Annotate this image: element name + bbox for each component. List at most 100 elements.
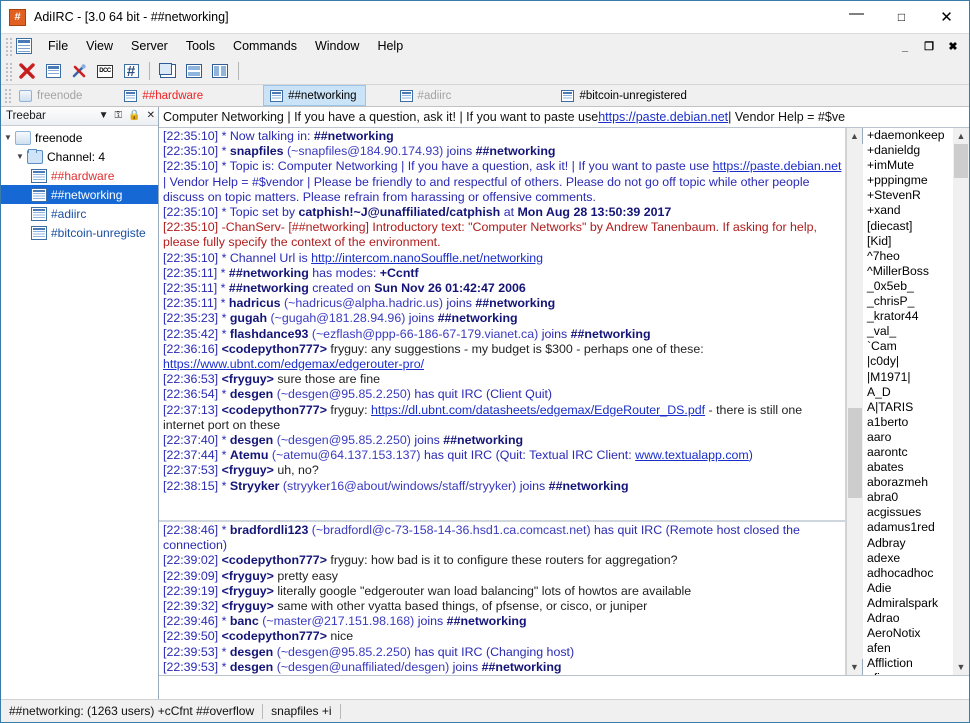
tab-networking[interactable]: ##networking [263, 85, 366, 106]
topic-link[interactable]: https://paste.debian.net [598, 110, 728, 124]
close-button[interactable]: ✕ [924, 1, 969, 33]
list-item[interactable]: +StevenR [867, 188, 953, 203]
mdi-restore-button[interactable]: ❐ [917, 36, 941, 58]
tab-bitcoin-unregistered[interactable]: #bitcoin-unregistered [555, 85, 694, 106]
menu-tools[interactable]: Tools [177, 36, 224, 56]
chat-top-scrollbar[interactable]: ▲ [846, 128, 863, 520]
channel-icon[interactable]: # [121, 61, 141, 81]
list-item[interactable]: +xand [867, 203, 953, 218]
list-item[interactable]: _val_ [867, 324, 953, 339]
tree-node-adiirc[interactable]: #adiirc [1, 204, 158, 223]
list-item[interactable]: Adrao [867, 611, 953, 626]
list-item[interactable]: adhocadhoc [867, 566, 953, 581]
chevron-down-icon[interactable]: ▼ [13, 152, 27, 161]
tree-node-hardware[interactable]: ##hardware [1, 166, 158, 185]
mdi-minimize-button[interactable]: _ [893, 36, 917, 58]
mdi-close-button[interactable]: ✖ [941, 36, 965, 58]
scroll-thumb[interactable] [954, 144, 968, 178]
scroll-up-icon[interactable]: ▲ [953, 128, 969, 144]
cascade-windows-icon[interactable] [158, 61, 178, 81]
lock-icon[interactable]: 🔒 [128, 111, 140, 121]
tree-node-channel-folder[interactable]: ▼ Channel: 4 [1, 147, 158, 166]
scroll-thumb[interactable] [847, 408, 862, 498]
list-item[interactable]: ^MillerBoss [867, 264, 953, 279]
tab-freenode[interactable]: freenode [13, 85, 90, 106]
scroll-track[interactable] [846, 144, 863, 520]
chevron-down-icon[interactable]: ▼ [99, 111, 109, 121]
options-tools-icon[interactable] [69, 61, 89, 81]
list-item[interactable]: AeroNotix [867, 626, 953, 641]
chat-pane-bottom[interactable]: [22:38:46] * bradfordli123 (~bradfordl@c… [159, 520, 846, 675]
nicklist-scrollbar[interactable]: ▲ ▼ [953, 128, 969, 675]
chevron-down-icon[interactable]: ▼ [1, 133, 15, 142]
list-item[interactable]: |M1971| [867, 370, 953, 385]
list-item[interactable]: [diecast] [867, 219, 953, 234]
chat-line: [22:35:10] * Channel Url is http://inter… [163, 250, 543, 265]
tab-label: #bitcoin-unregistered [579, 89, 687, 102]
dcc-icon[interactable]: DCC [95, 61, 115, 81]
list-item[interactable]: _krator44 [867, 309, 953, 324]
disconnect-icon[interactable] [17, 61, 37, 81]
list-item[interactable]: afen [867, 641, 953, 656]
list-item[interactable]: a1berto [867, 415, 953, 430]
topic-bar[interactable]: Computer Networking | If you have a ques… [159, 107, 969, 128]
scroll-track[interactable] [953, 144, 969, 659]
tab-adiirc[interactable]: #adiirc [394, 85, 460, 106]
chat-pane-top[interactable]: [22:35:10] * Now talking in: ##networkin… [159, 128, 846, 520]
scroll-track[interactable] [846, 520, 863, 659]
tile-vertical-icon[interactable] [210, 61, 230, 81]
list-item[interactable]: [Kid] [867, 234, 953, 249]
scroll-down-icon[interactable]: ▼ [847, 659, 863, 675]
list-item[interactable]: aaro [867, 430, 953, 445]
scroll-down-icon[interactable]: ▼ [953, 659, 969, 675]
tree-node-bitcoin-unregistered[interactable]: #bitcoin-unregiste [1, 223, 158, 242]
server-icon [15, 130, 31, 145]
list-item[interactable]: ^7heo [867, 249, 953, 264]
list-item[interactable]: Adie [867, 581, 953, 596]
list-item[interactable]: abates [867, 460, 953, 475]
scroll-up-icon[interactable]: ▲ [847, 128, 863, 144]
menu-server[interactable]: Server [122, 36, 177, 56]
list-item[interactable]: _chrisP_ [867, 294, 953, 309]
list-item[interactable]: Adbray [867, 536, 953, 551]
tree-node-label: #bitcoin-unregiste [51, 225, 146, 240]
message-input-row[interactable] [159, 675, 969, 699]
list-item[interactable]: abra0 [867, 490, 953, 505]
list-item[interactable]: +daemonkeep [867, 128, 953, 143]
close-icon[interactable]: ✕ [147, 111, 155, 121]
mdi-controls: _ ❐ ✖ [893, 34, 965, 59]
tree-node-freenode[interactable]: ▼ freenode [1, 128, 158, 147]
list-item[interactable]: adamus1red [867, 520, 953, 535]
list-item[interactable]: Affliction [867, 656, 953, 671]
tile-horizontal-icon[interactable] [184, 61, 204, 81]
list-item[interactable]: +pppingme [867, 173, 953, 188]
menu-help[interactable]: Help [368, 36, 412, 56]
tab-hardware[interactable]: ##hardware [118, 85, 211, 106]
pin-icon[interactable]: ⚿ [115, 111, 123, 121]
minimize-button[interactable]: — [834, 1, 879, 33]
menu-commands[interactable]: Commands [224, 36, 306, 56]
list-item[interactable]: |c0dy| [867, 354, 953, 369]
menu-file[interactable]: File [39, 36, 77, 56]
menu-window[interactable]: Window [306, 36, 368, 56]
chat-bottom-scrollbar[interactable]: ▼ [846, 520, 863, 675]
list-item[interactable]: adexe [867, 551, 953, 566]
tree-node-networking[interactable]: ##networking [1, 185, 158, 204]
list-item[interactable]: aarontc [867, 445, 953, 460]
chat-line: [22:39:53] * desgen (~desgen@unaffiliate… [163, 659, 562, 674]
list-item[interactable]: +imMute [867, 158, 953, 173]
nick-list[interactable]: +daemonkeep +danieldg +imMute +pppingme … [863, 128, 953, 675]
list-item[interactable]: aborazmeh [867, 475, 953, 490]
list-item[interactable]: A_D [867, 385, 953, 400]
list-item[interactable]: _0x5eb_ [867, 279, 953, 294]
list-item[interactable]: Admiralspark [867, 596, 953, 611]
list-item[interactable]: acgissues [867, 505, 953, 520]
list-item[interactable]: +danieldg [867, 143, 953, 158]
channel-list-icon[interactable] [43, 61, 63, 81]
tree-node-label: ##hardware [51, 168, 115, 183]
menu-view[interactable]: View [77, 36, 122, 56]
list-item[interactable]: `Cam [867, 339, 953, 354]
maximize-button[interactable]: □ [879, 1, 924, 33]
list-item[interactable]: A|TARIS [867, 400, 953, 415]
message-input[interactable] [163, 679, 969, 696]
